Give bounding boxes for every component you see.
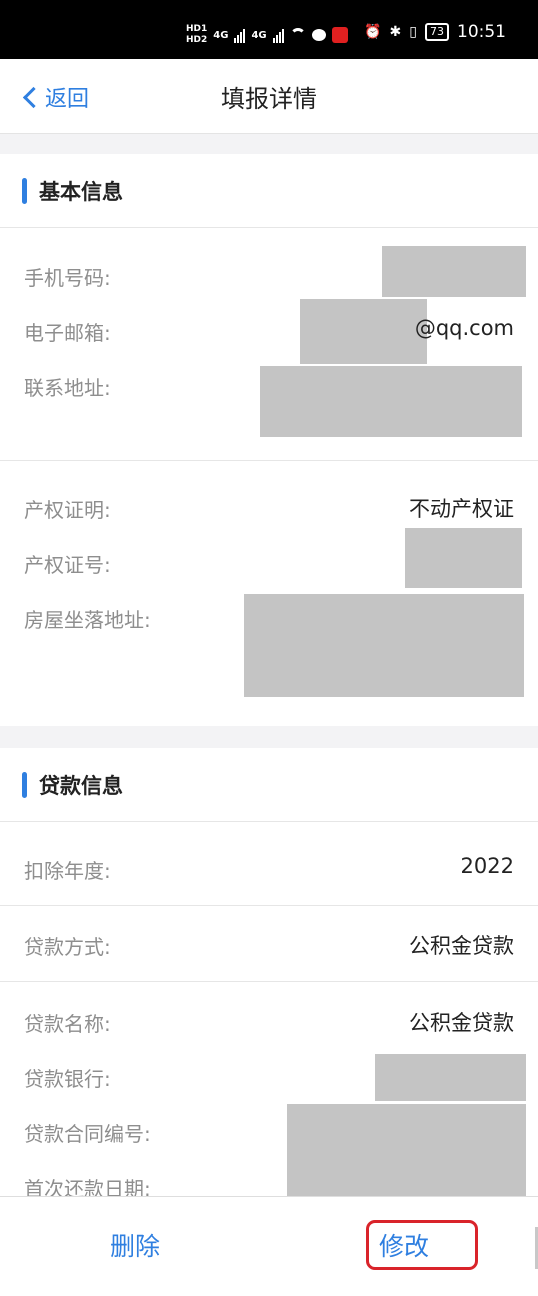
- page-title: 填报详情: [221, 85, 317, 113]
- battery-icon: 73: [425, 23, 449, 41]
- section-accent-bar: [22, 177, 27, 204]
- divider: [0, 905, 538, 906]
- loan-info-card: 贷款信息 扣除年度: 2022 贷款方式: 公积金贷款 贷款名称: 公积金贷款 …: [0, 748, 538, 1201]
- contract-no-label: 贷款合同编号:: [24, 1122, 151, 1146]
- delete-button[interactable]: 删除: [100, 1227, 170, 1263]
- wifi-icon: [289, 28, 306, 42]
- loan-method-label: 贷款方式:: [24, 935, 111, 959]
- address-redacted: [260, 366, 522, 437]
- loan-bank-redacted: [375, 1054, 526, 1101]
- house-address-redacted: [244, 594, 524, 697]
- basic-info-title: 基本信息: [39, 179, 123, 204]
- bluetooth-icon: ✱: [389, 24, 402, 40]
- hd1-label: HD1: [186, 24, 208, 34]
- signal-icon-2: [272, 27, 284, 43]
- app-notification-icon: [331, 27, 348, 43]
- email-suffix: @qq.com: [414, 316, 514, 340]
- phone-redacted: [382, 246, 526, 297]
- deduction-year-value: 2022: [460, 854, 514, 878]
- basic-info-card: 基本信息 手机号码: 电子邮箱: @qq.com 联系地址: 产权证明: 不动产…: [0, 154, 538, 726]
- property-cert-value: 不动产权证: [409, 497, 514, 521]
- loan-info-header: 贷款信息: [0, 748, 538, 822]
- loan-info-title: 贷款信息: [39, 773, 123, 798]
- divider: [0, 981, 538, 982]
- section-accent-bar: [22, 771, 27, 798]
- house-address-label: 房屋坐落地址:: [24, 608, 151, 632]
- network-4g-label: 4G: [213, 29, 229, 41]
- loan-name-value: 公积金贷款: [409, 1011, 514, 1035]
- hd2-label: HD2: [186, 35, 208, 45]
- property-cert-no-label: 产权证号:: [24, 553, 111, 577]
- nav-bar: 返回 填报详情: [0, 59, 538, 134]
- clock: 10:51: [457, 22, 506, 42]
- address-label: 联系地址:: [24, 376, 111, 400]
- vibrate-icon: ▯: [409, 24, 417, 40]
- loan-name-label: 贷款名称:: [24, 1012, 111, 1036]
- status-bar: HD1 HD2 4G 4G ⏰ ✱ ▯ 73 10:51: [0, 0, 538, 59]
- message-icon: [311, 29, 326, 41]
- network-4g-label-2: 4G: [251, 29, 267, 41]
- bottom-action-bar: 删除 修改: [0, 1196, 538, 1296]
- property-cert-no-redacted: [405, 528, 522, 588]
- email-label: 电子邮箱:: [24, 321, 111, 345]
- signal-icon: [234, 27, 246, 43]
- contract-no-redacted: [287, 1104, 526, 1196]
- hd-indicator: HD1 HD2: [186, 24, 207, 46]
- edit-button[interactable]: 修改: [366, 1220, 478, 1270]
- property-cert-label: 产权证明:: [24, 498, 111, 522]
- alarm-icon: ⏰: [364, 24, 382, 40]
- phone-label: 手机号码:: [24, 266, 111, 290]
- loan-bank-label: 贷款银行:: [24, 1067, 111, 1091]
- email-redacted: [300, 299, 427, 364]
- status-right: ⏰ ✱ ▯ 73 10:51: [364, 22, 506, 42]
- divider: [0, 460, 538, 461]
- loan-method-value: 公积金贷款: [409, 934, 514, 958]
- basic-info-header: 基本信息: [0, 154, 538, 228]
- deduction-year-label: 扣除年度:: [24, 859, 111, 883]
- status-left: HD1 HD2 4G 4G: [186, 18, 348, 52]
